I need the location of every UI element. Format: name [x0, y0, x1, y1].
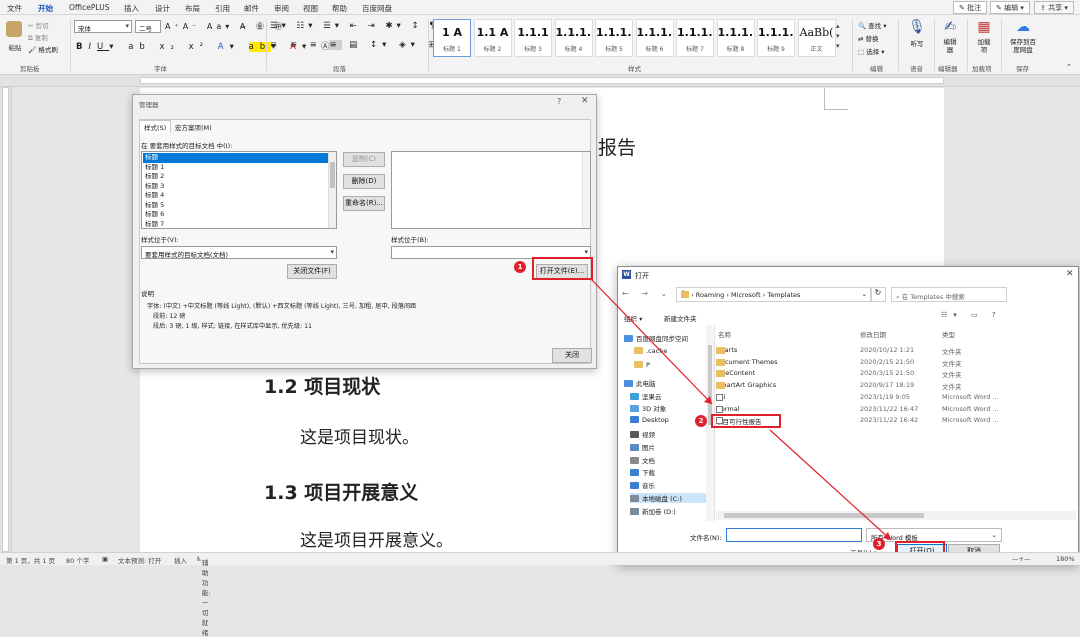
step-3-badge: 3	[873, 538, 885, 550]
annotation-arrow	[769, 429, 892, 541]
annotation-arrows	[589, 277, 892, 541]
highlight-target-file	[711, 414, 781, 428]
status-bar: 第 1 页，共 1 页 80 个字 ▣ 文本预测: 打开 插入 ♿ 辅助功能: …	[0, 552, 1080, 637]
step-2-badge: 2	[695, 415, 707, 427]
annotation-arrow	[589, 277, 713, 405]
status-words[interactable]: 80 个字	[66, 555, 89, 565]
step-1-badge: 1	[514, 261, 526, 273]
proofing-icon[interactable]: ▣	[102, 555, 108, 563]
status-predict[interactable]: 文本预测: 打开	[118, 555, 161, 565]
zoom-slider[interactable]: —+—	[1012, 555, 1030, 563]
highlight-open-file	[532, 257, 593, 280]
zoom-level[interactable]: 180%	[1056, 555, 1075, 563]
status-insert[interactable]: 插入	[174, 555, 187, 565]
status-accessibility[interactable]: ♿ 辅助功能: 一切就绪	[196, 555, 211, 637]
accessibility-label: 辅助功能: 一切就绪	[201, 559, 211, 637]
status-page[interactable]: 第 1 页，共 1 页	[6, 555, 55, 565]
